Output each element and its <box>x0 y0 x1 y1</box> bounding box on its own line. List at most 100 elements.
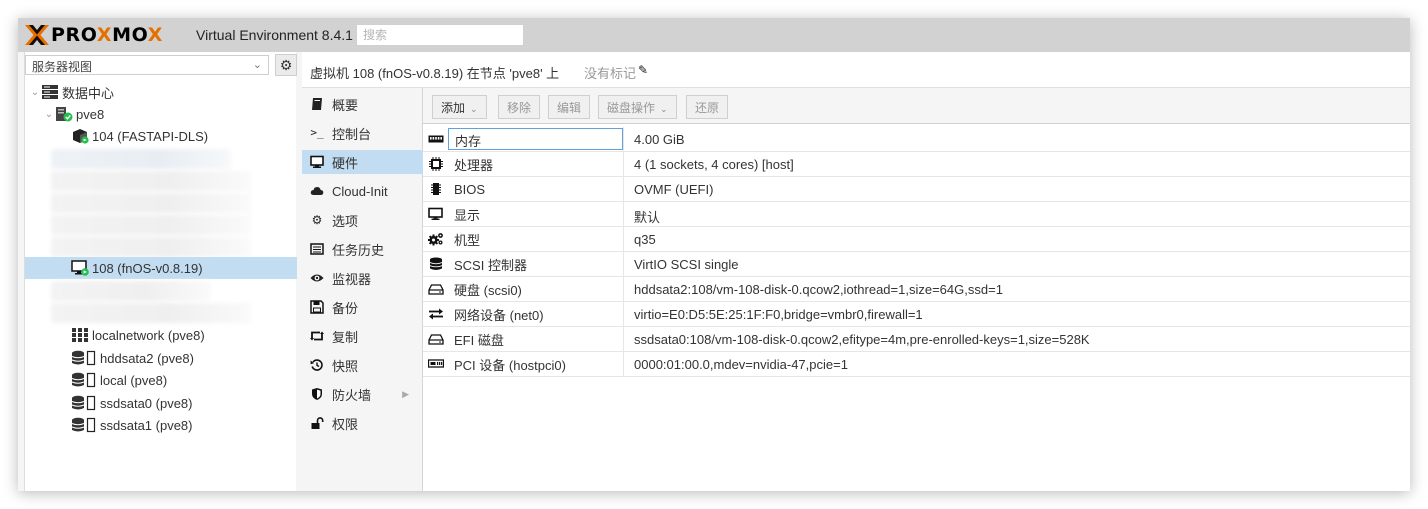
tree-item-label: hddsata2 (pve8) <box>100 350 194 366</box>
nav-item-hardware[interactable]: 硬件 <box>302 150 423 174</box>
hw-value: 4 (1 sockets, 4 cores) [host] <box>634 157 794 172</box>
nav-item-firewall[interactable]: 防火墙 ▶ <box>302 382 423 406</box>
floppy-icon <box>310 300 324 314</box>
redacted-tree-item <box>51 281 211 301</box>
storage-icon <box>71 350 97 366</box>
hw-value: virtio=E0:D5:5E:25:1F:F0,bridge=vmbr0,fi… <box>634 307 923 322</box>
tree-item-label: localnetwork (pve8) <box>92 327 205 343</box>
hw-name-cell: 机型 <box>423 227 624 251</box>
top-header: PROXMOX Virtual Environment 8.4.1 <box>18 18 1410 52</box>
hw-value: OVMF (UEFI) <box>634 182 714 197</box>
tree-item-label: 数据中心 <box>62 85 115 101</box>
table-row[interactable]: 内存 4.00 GiB <box>423 127 1410 152</box>
book-icon <box>310 97 324 111</box>
search-input[interactable] <box>356 24 524 46</box>
microchip-icon <box>428 182 444 196</box>
tree-item-network[interactable]: localnetwork (pve8) <box>25 324 297 346</box>
hw-name: 处理器 <box>454 157 494 173</box>
terminal-icon: >_ <box>310 126 324 139</box>
hw-name-cell: 处理器 <box>423 152 624 176</box>
tree-item-guest[interactable]: 108 (fnOS-v0.8.19) <box>25 257 297 279</box>
nav-item-label: 快照 <box>332 358 359 374</box>
tree-item-label: local (pve8) <box>100 372 168 388</box>
table-row[interactable]: 硬盘 (scsi0) hddsata2:108/vm-108-disk-0.qc… <box>423 277 1410 302</box>
nav-item-label: 防火墙 <box>332 387 372 403</box>
hw-value: 4.00 GiB <box>634 132 685 147</box>
nav-item-task-history[interactable]: 任务历史 <box>302 237 423 261</box>
disk-action-button[interactable]: 磁盘操作 ⌄ <box>598 95 677 119</box>
nav-item-snapshots[interactable]: 快照 <box>302 353 423 377</box>
hw-name: 显示 <box>454 207 481 223</box>
view-selector[interactable]: 服务器视图 ⌄ <box>25 55 269 75</box>
hw-value: q35 <box>634 232 656 247</box>
table-row[interactable]: 网络设备 (net0) virtio=E0:D5:5E:25:1F:F0,bri… <box>423 302 1410 327</box>
tree-item-node[interactable]: ⌄ pve8 <box>25 103 297 125</box>
hw-value: 默认 <box>634 210 661 225</box>
storage-icon <box>71 395 97 411</box>
redacted-tree-item <box>51 215 251 235</box>
nav-item-label: 备份 <box>332 300 359 316</box>
tree-item-storage[interactable]: local (pve8) <box>25 369 297 391</box>
nav-item-options[interactable]: ⚙ 选项 <box>302 208 423 232</box>
nav-item-monitor[interactable]: 监视器 <box>302 266 423 290</box>
redacted-tree-item <box>51 149 231 169</box>
table-row[interactable]: 机型 q35 <box>423 227 1410 252</box>
table-row[interactable]: SCSI 控制器 VirtIO SCSI single <box>423 252 1410 277</box>
chevron-down-icon: ⌄ <box>660 104 668 114</box>
add-button[interactable]: 添加 ⌄ <box>432 95 487 119</box>
chevron-down-icon: ⌄ <box>470 104 478 114</box>
tree-item-label: 108 (fnOS-v0.8.19) <box>92 260 203 276</box>
revert-button[interactable]: 还原 <box>686 95 729 119</box>
pencil-icon[interactable]: ✎ <box>638 63 648 77</box>
nav-item-permissions[interactable]: 权限 <box>302 411 423 435</box>
hw-name: BIOS <box>454 181 486 197</box>
expand-arrow-icon[interactable]: ▶ <box>402 389 409 400</box>
tree-item-storage[interactable]: ssdsata1 (pve8) <box>25 414 297 436</box>
unlock-icon <box>310 416 324 430</box>
nav-item-label: 硬件 <box>332 155 359 171</box>
exchange-icon <box>428 307 444 321</box>
list-icon <box>310 242 324 256</box>
nav-item-console[interactable]: >_ 控制台 <box>302 121 423 145</box>
hw-name: 网络设备 (net0) <box>454 307 544 323</box>
tree-item-guest[interactable]: 104 (FASTAPI-DLS) <box>25 125 297 147</box>
nav-item-label: Cloud-Init <box>332 183 388 199</box>
grid-network-icon <box>71 327 89 343</box>
tree-expander-icon[interactable]: ⌄ <box>43 109 55 120</box>
tree-item-label: ssdsata0 (pve8) <box>100 395 193 411</box>
redacted-tree-item <box>51 237 251 257</box>
table-row[interactable]: 显示 默认 <box>423 202 1410 227</box>
table-row[interactable]: PCI 设备 (hostpci0) 0000:01:00.0,mdev=nvid… <box>423 352 1410 377</box>
tree-item-label: 104 (FASTAPI-DLS) <box>92 128 209 144</box>
version-label: Virtual Environment 8.4.1 <box>196 27 353 43</box>
tree-item-datacenter[interactable]: ⌄ 数据中心 <box>25 81 297 103</box>
hw-name-cell: SCSI 控制器 <box>423 252 624 276</box>
storage-icon <box>71 372 97 388</box>
edit-button[interactable]: 编辑 <box>548 95 591 119</box>
hw-value: ssdsata0:108/vm-108-disk-0.qcow2,efitype… <box>634 332 1090 347</box>
nav-item-summary[interactable]: 概要 <box>302 92 423 116</box>
hw-name-cell: 网络设备 (net0) <box>423 302 624 326</box>
gear-icon: ⚙ <box>279 56 293 73</box>
tree-item-storage[interactable]: hddsata2 (pve8) <box>25 347 297 369</box>
hardware-toolbar: 添加 ⌄ 移除 编辑 磁盘操作 ⌄ 还原 <box>423 88 1410 124</box>
add-button-label: 添加 <box>441 101 466 115</box>
database-icon <box>428 257 444 271</box>
remove-button[interactable]: 移除 <box>498 95 541 119</box>
tree-settings-button[interactable]: ⚙ <box>275 54 297 76</box>
table-row[interactable]: BIOS OVMF (UEFI) <box>423 177 1410 202</box>
nav-item-cloud-init[interactable]: Cloud-Init <box>302 179 423 203</box>
hw-name-cell: 显示 <box>423 202 624 226</box>
table-row[interactable]: EFI 磁盘 ssdsata0:108/vm-108-disk-0.qcow2,… <box>423 327 1410 352</box>
nav-item-backup[interactable]: 备份 <box>302 295 423 319</box>
hw-name-cell: BIOS <box>423 177 624 201</box>
hw-value: VirtIO SCSI single <box>634 257 739 272</box>
nav-item-replication[interactable]: 复制 <box>302 324 423 348</box>
tree-expander-icon[interactable]: ⌄ <box>29 87 41 98</box>
container-icon <box>71 128 89 144</box>
monitor-icon <box>428 207 444 221</box>
table-row[interactable]: 处理器 4 (1 sockets, 4 cores) [host] <box>423 152 1410 177</box>
retweet-icon <box>310 329 324 343</box>
tree-item-storage[interactable]: ssdsata0 (pve8) <box>25 392 297 414</box>
proxmox-logo[interactable]: PROXMOX <box>24 24 163 46</box>
